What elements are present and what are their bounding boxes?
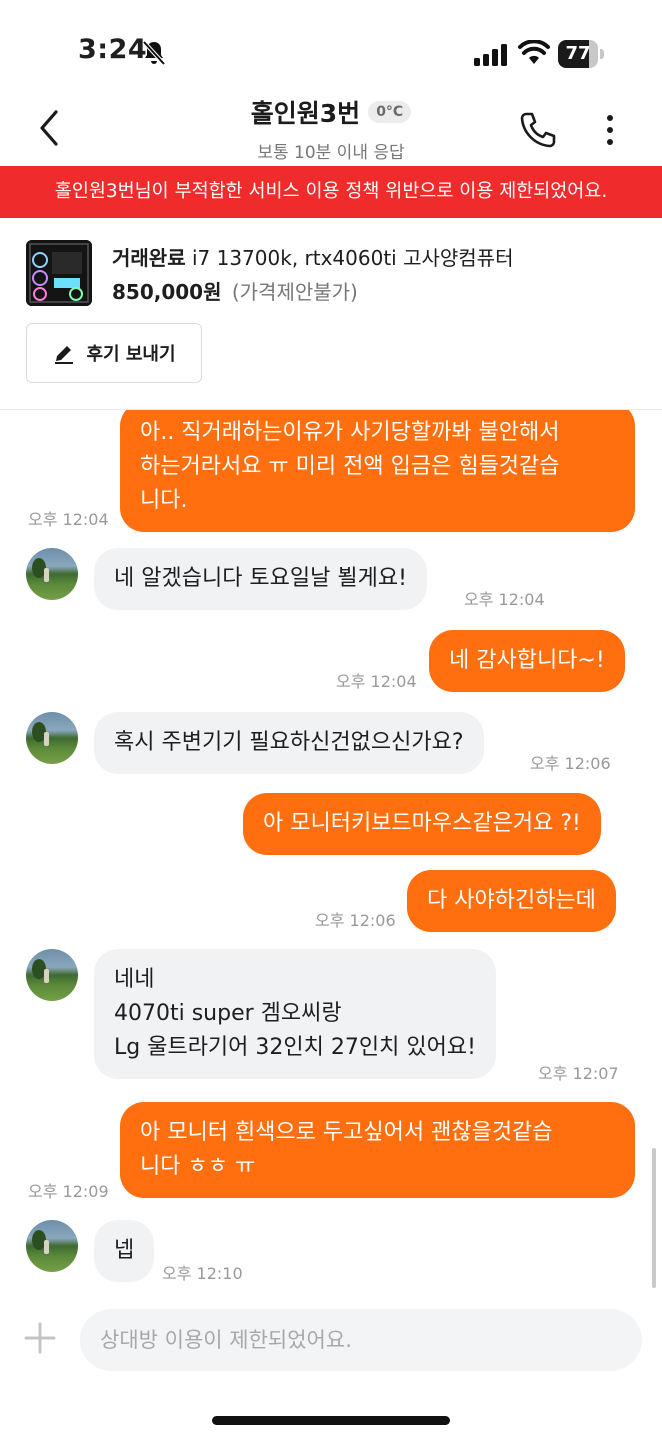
message-time: 오후 12:10 bbox=[162, 1264, 243, 1283]
send-review-button[interactable]: 후기 보내기 bbox=[26, 323, 202, 383]
phone-icon[interactable] bbox=[516, 108, 560, 152]
price-note: (가격제안불가) bbox=[231, 280, 358, 304]
response-time-text: 보통 10분 이내 응답 bbox=[257, 143, 405, 163]
outgoing-message[interactable]: 아.. 직거래하는이유가 사기당할까봐 불안해서 하는거라서요 ㅠ 미리 전액 … bbox=[120, 410, 635, 532]
product-price-row: 850,000원 (가격제안불가) bbox=[112, 276, 358, 305]
deal-status: 거래완료 bbox=[112, 246, 186, 270]
incoming-message[interactable]: 넵 bbox=[94, 1220, 155, 1282]
message-line: 아 모니터키보드마우스같은거요 ?! bbox=[263, 811, 581, 836]
incoming-message[interactable]: 네네 4070ti super 겜오씨랑 Lg 울트라기어 32인치 27인치 … bbox=[94, 949, 496, 1079]
message-line: 4070ti super 겜오씨랑 bbox=[114, 1001, 342, 1026]
product-name: i7 13700k, rtx4060ti 고사양컴퓨터 bbox=[191, 246, 514, 270]
message-time: 오후 12:09 bbox=[28, 1182, 109, 1201]
message-line: 니다 ㅎㅎ ㅠ bbox=[140, 1154, 256, 1179]
header-title-block: 홀인원3번 0°C 보통 10분 이내 응답 bbox=[0, 94, 662, 163]
status-bar: 3:24 77 bbox=[0, 0, 662, 100]
message-time: 오후 12:06 bbox=[530, 754, 611, 773]
chat-screen: 3:24 77 홀인원3번 0°C 보통 10분 이내 응답 홀인원3번님이 부… bbox=[0, 0, 662, 1440]
message-line: 넵 bbox=[114, 1238, 135, 1263]
message-time: 오후 12:04 bbox=[464, 590, 545, 609]
scrollbar[interactable] bbox=[652, 1148, 656, 1288]
message-line: 다 사야하긴하는데 bbox=[427, 888, 596, 913]
wifi-icon bbox=[518, 40, 550, 64]
restriction-warning-banner: 홀인원3번님이 부적합한 서비스 이용 정책 위반으로 이용 제한되었어요. bbox=[0, 166, 662, 218]
message-line: 아 모니터 흰색으로 두고싶어서 괜찮을것같습 bbox=[140, 1120, 553, 1145]
status-time: 3:24 bbox=[78, 34, 148, 65]
message-time: 오후 12:04 bbox=[336, 672, 417, 691]
incoming-message[interactable]: 네 알겠습니다 토요일날 뵐게요! bbox=[94, 548, 427, 610]
message-line: 아.. 직거래하는이유가 사기당할까봐 불안해서 bbox=[140, 420, 560, 445]
outgoing-message[interactable]: 아 모니터 흰색으로 두고싶어서 괜찮을것같습 니다 ㅎㅎ ㅠ bbox=[120, 1102, 635, 1198]
product-price: 850,000원 bbox=[112, 280, 222, 304]
product-title[interactable]: 거래완료 i7 13700k, rtx4060ti 고사양컴퓨터 bbox=[112, 242, 513, 271]
more-vertical-icon[interactable] bbox=[596, 110, 624, 150]
message-line: 네 알겠습니다 토요일날 뵐게요! bbox=[114, 566, 407, 591]
pencil-icon bbox=[55, 346, 74, 364]
product-thumbnail[interactable] bbox=[26, 240, 92, 306]
message-input[interactable]: 상대방 이용이 제한되었어요. bbox=[80, 1309, 642, 1371]
message-line: 네 감사합니다~! bbox=[449, 648, 605, 673]
outgoing-message[interactable]: 아 모니터키보드마우스같은거요 ?! bbox=[243, 793, 601, 855]
message-time: 오후 12:07 bbox=[538, 1064, 619, 1083]
battery-level: 77 bbox=[565, 43, 591, 64]
plus-icon[interactable] bbox=[22, 1320, 58, 1356]
send-review-label: 후기 보내기 bbox=[86, 344, 176, 365]
signal-icon bbox=[474, 44, 507, 66]
avatar[interactable] bbox=[26, 548, 78, 600]
product-panel: 거래완료 i7 13700k, rtx4060ti 고사양컴퓨터 850,000… bbox=[0, 218, 662, 410]
incoming-message[interactable]: 혹시 주변기기 필요하신건없으신가요? bbox=[94, 712, 484, 774]
message-time: 오후 12:04 bbox=[28, 510, 109, 529]
home-indicator bbox=[212, 1416, 450, 1425]
avatar[interactable] bbox=[26, 949, 78, 1001]
battery-icon: 77 bbox=[558, 40, 604, 68]
bell-off-icon bbox=[142, 40, 166, 66]
avatar[interactable] bbox=[26, 1220, 78, 1272]
page-title[interactable]: 홀인원3번 bbox=[251, 94, 360, 130]
chat-message-list: 아.. 직거래하는이유가 사기당할까봐 불안해서 하는거라서요 ㅠ 미리 전액 … bbox=[0, 410, 662, 1290]
chat-header: 홀인원3번 0°C 보통 10분 이내 응답 bbox=[0, 92, 662, 166]
outgoing-message[interactable]: 네 감사합니다~! bbox=[429, 630, 625, 692]
message-line: 혹시 주변기기 필요하신건없으신가요? bbox=[114, 730, 464, 755]
message-line: 하는거라서요 ㅠ 미리 전액 입금은 힘들것같습 bbox=[140, 454, 560, 479]
message-time: 오후 12:06 bbox=[315, 911, 396, 930]
message-line: 네네 bbox=[114, 967, 155, 992]
avatar[interactable] bbox=[26, 712, 78, 764]
manner-temperature-badge: 0°C bbox=[368, 101, 412, 123]
outgoing-message[interactable]: 다 사야하긴하는데 bbox=[407, 870, 616, 932]
message-line: Lg 울트라기어 32인치 27인치 있어요! bbox=[114, 1035, 476, 1060]
message-line: 니다. bbox=[140, 488, 188, 513]
